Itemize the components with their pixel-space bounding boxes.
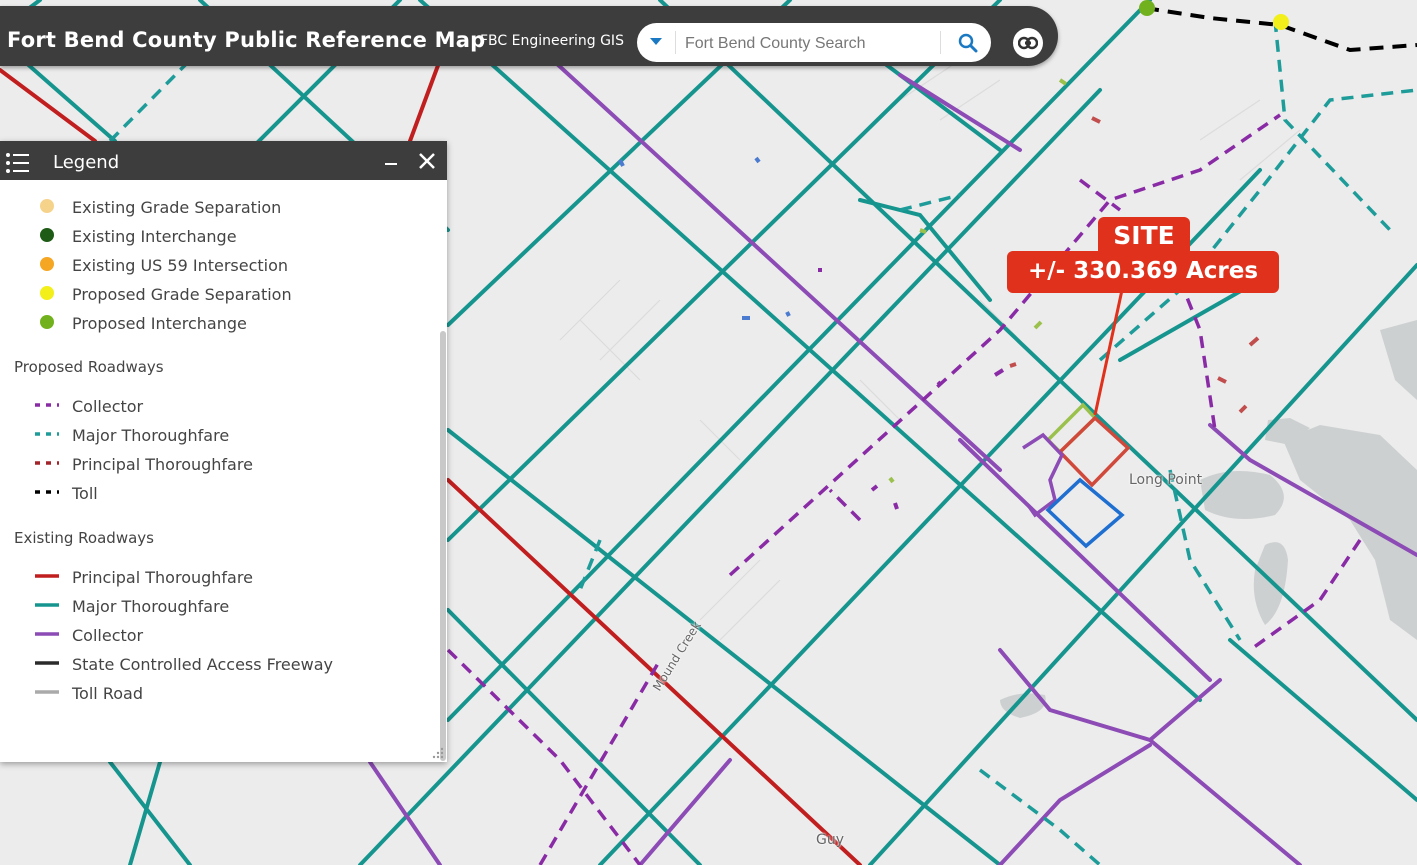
search-button[interactable] [941, 23, 991, 62]
proposed-grade-separation-point [1273, 14, 1289, 30]
point-swatch [40, 228, 54, 242]
line-swatch [35, 574, 59, 578]
legend-minimize-button[interactable] [381, 151, 401, 171]
search-divider [675, 31, 676, 54]
legend-item-label: State Controlled Access Freeway [72, 655, 333, 674]
close-icon [419, 153, 435, 169]
legend-item-label: Proposed Interchange [72, 314, 247, 333]
legend-item: Principal Thoroughfare [0, 453, 420, 475]
app-title: Fort Bend County Public Reference Map [7, 28, 486, 52]
legend-item: State Controlled Access Freeway [0, 653, 420, 675]
legend-scrollbar[interactable] [440, 331, 446, 761]
legend-item: Collector [0, 395, 420, 417]
legend-panel: Legend Existing Grade Separation Existin… [0, 141, 447, 762]
search-source-dropdown[interactable] [637, 23, 675, 62]
resize-handle-icon[interactable] [432, 747, 444, 759]
legend-item: Collector [0, 624, 420, 646]
legend-item: Major Thoroughfare [0, 424, 420, 446]
legend-item-label: Existing Interchange [72, 227, 237, 246]
search-icon [958, 33, 978, 53]
line-swatch [35, 661, 59, 665]
list-icon [6, 153, 29, 173]
legend-item: Proposed Interchange [0, 312, 420, 334]
minimize-icon [385, 163, 397, 165]
line-swatch [35, 603, 59, 607]
legend-item-label: Existing US 59 Intersection [72, 256, 289, 275]
line-swatch [35, 490, 59, 494]
point-swatch [40, 199, 54, 213]
line-swatch [35, 432, 59, 436]
line-swatch [35, 690, 59, 694]
legend-group-title: Proposed Roadways [14, 358, 164, 376]
app-subtitle: FBC Engineering GIS [480, 33, 624, 49]
legend-item-label: Existing Grade Separation [72, 198, 282, 217]
legend-item-label: Major Thoroughfare [72, 426, 230, 445]
site-label: SITE [1113, 221, 1175, 250]
legend-item: Toll [0, 482, 420, 504]
legend-item: Toll Road [0, 682, 420, 704]
legend-item: Existing Interchange [0, 225, 420, 247]
legend-close-button[interactable] [417, 151, 437, 171]
legend-item: Existing US 59 Intersection [0, 254, 420, 276]
legend-item-label: Principal Thoroughfare [72, 568, 253, 587]
legend-item: Principal Thoroughfare [0, 566, 420, 588]
legend-item-label: Collector [72, 397, 144, 416]
legend-item: Proposed Grade Separation [0, 283, 420, 305]
place-label-long-point: Long Point [1129, 472, 1203, 488]
caret-down-icon [650, 38, 662, 45]
proposed-interchange-point [1139, 0, 1155, 16]
search-box [637, 23, 991, 62]
legend-header: Legend [0, 141, 447, 180]
legend-item-label: Proposed Grade Separation [72, 285, 292, 304]
header-bar: Fort Bend County Public Reference Map FB… [0, 6, 1058, 66]
legend-item-label: Toll Road [72, 684, 143, 703]
legend-group-title: Existing Roadways [14, 529, 154, 547]
place-label-guy: Guy [816, 832, 845, 848]
point-swatch [40, 315, 54, 329]
legend-title: Legend [53, 152, 120, 173]
legend-item: Major Thoroughfare [0, 595, 420, 617]
legend-item: Existing Grade Separation [0, 196, 420, 218]
point-swatch [40, 257, 54, 271]
line-swatch [35, 403, 59, 407]
line-swatch [35, 461, 59, 465]
legend-body: Existing Grade Separation Existing Inter… [0, 180, 440, 762]
line-swatch [35, 632, 59, 636]
legend-item-label: Collector [72, 626, 144, 645]
search-input[interactable] [683, 31, 935, 57]
point-swatch [40, 286, 54, 300]
legend-item-label: Major Thoroughfare [72, 597, 230, 616]
site-acres-label: +/- 330.369 Acres [1027, 258, 1259, 284]
share-link-button[interactable] [1013, 28, 1043, 58]
link-icon [1018, 36, 1038, 50]
legend-item-label: Toll [72, 484, 98, 503]
legend-item-label: Principal Thoroughfare [72, 455, 253, 474]
